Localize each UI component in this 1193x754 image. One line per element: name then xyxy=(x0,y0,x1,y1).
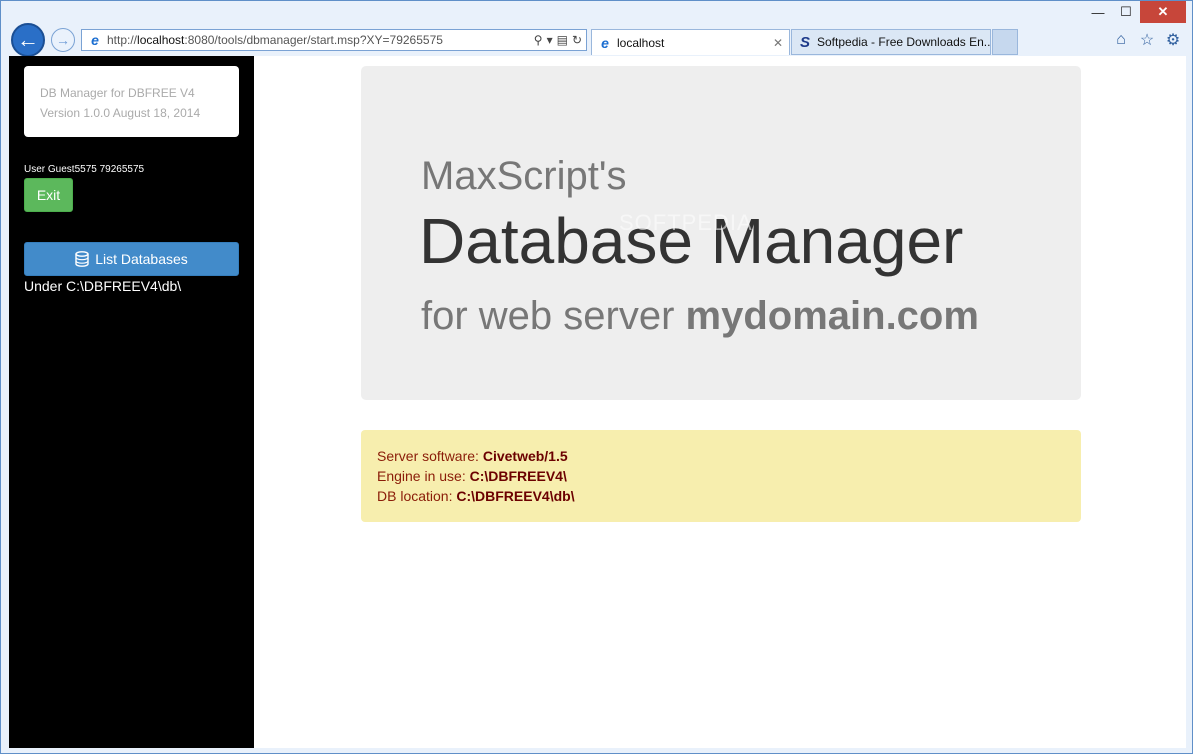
database-icon xyxy=(75,251,89,267)
url-text[interactable]: http://localhost:8080/tools/dbmanager/st… xyxy=(107,33,534,47)
brand-version: Version 1.0.0 August 18, 2014 xyxy=(40,106,201,120)
list-databases-button[interactable]: List Databases xyxy=(24,242,239,276)
maximize-button[interactable]: ☐ xyxy=(1112,1,1140,23)
page-content: DB Manager for DBFREE V4 Version 1.0.0 A… xyxy=(9,56,1186,748)
tab-localhost[interactable]: e localhost ✕ xyxy=(591,29,790,55)
user-info: User Guest5575 79265575 xyxy=(24,164,145,175)
server-label: Server software: xyxy=(377,448,483,464)
address-bar-icons: ⚲ ▾ ▤ ↻ xyxy=(534,33,582,47)
settings-gear-icon[interactable]: ⚙ xyxy=(1164,31,1182,49)
hero-subtitle: for web server mydomain.com xyxy=(421,294,979,339)
list-databases-label: List Databases xyxy=(95,251,188,267)
dropdown-icon[interactable]: ▾ xyxy=(547,33,553,47)
search-icon[interactable]: ⚲ xyxy=(534,33,543,47)
tab-softpedia[interactable]: S Softpedia - Free Downloads En... xyxy=(791,29,991,55)
favorites-star-icon[interactable]: ☆ xyxy=(1138,31,1156,49)
engine-label: Engine in use: xyxy=(377,468,470,484)
brand-box: DB Manager for DBFREE V4 Version 1.0.0 A… xyxy=(24,66,239,137)
home-icon[interactable]: ⌂ xyxy=(1112,31,1130,49)
server-software-line: Server software: Civetweb/1.5 xyxy=(377,446,1065,466)
close-window-button[interactable]: ✕ xyxy=(1140,1,1186,23)
minimize-button[interactable]: — xyxy=(1084,1,1112,23)
url-prefix: http:// xyxy=(107,33,138,47)
address-bar[interactable]: e http://localhost:8080/tools/dbmanager/… xyxy=(81,29,587,51)
db-path-text: Under C:\DBFREEV4\db\ xyxy=(24,278,182,294)
sidebar: DB Manager for DBFREE V4 Version 1.0.0 A… xyxy=(9,56,254,748)
softpedia-icon: S xyxy=(799,33,810,51)
new-tab-button[interactable] xyxy=(992,29,1018,55)
brand-title: DB Manager for DBFREE V4 xyxy=(40,86,195,100)
browser-window: — ☐ ✕ ← → e http://localhost:8080/tools/… xyxy=(0,0,1193,754)
refresh-icon[interactable]: ↻ xyxy=(572,33,582,47)
window-controls: — ☐ ✕ xyxy=(1084,1,1186,23)
server-value: Civetweb/1.5 xyxy=(482,448,568,464)
hero-domain: mydomain.com xyxy=(685,294,979,338)
softpedia-watermark: SOFTPEDIA xyxy=(619,210,753,235)
close-tab-icon[interactable]: ✕ xyxy=(773,36,789,50)
browser-tools: ⌂ ☆ ⚙ xyxy=(1112,31,1182,49)
forward-arrow-icon: → xyxy=(56,32,70,48)
engine-value: C:\DBFREEV4\ xyxy=(469,468,567,484)
ie-tab-icon: e xyxy=(601,34,609,51)
location-value: C:\DBFREEV4\db\ xyxy=(456,488,575,504)
hero-pre-title: MaxScript's xyxy=(421,154,627,198)
forward-button[interactable]: → xyxy=(51,28,75,52)
back-button[interactable]: ← xyxy=(11,23,45,57)
back-arrow-icon: ← xyxy=(17,27,39,52)
db-location-line: DB location: C:\DBFREEV4\db\ xyxy=(377,486,1065,506)
compatibility-icon[interactable]: ▤ xyxy=(557,33,568,47)
exit-button[interactable]: Exit xyxy=(24,178,73,212)
server-info-alert: Server software: Civetweb/1.5 Engine in … xyxy=(361,430,1081,522)
tab-label: Softpedia - Free Downloads En... xyxy=(817,35,990,49)
hero-panel: MaxScript's Database Manager SOFTPEDIA f… xyxy=(361,66,1081,400)
tab-label: localhost xyxy=(617,35,665,50)
engine-line: Engine in use: C:\DBFREEV4\ xyxy=(377,466,1065,486)
url-path: :8080/tools/dbmanager/start.msp?XY=79265… xyxy=(184,33,443,47)
location-label: DB location: xyxy=(377,488,457,504)
url-host: localhost xyxy=(137,33,185,47)
ie-page-icon: e xyxy=(91,32,99,48)
hero-sub-prefix: for web server xyxy=(421,294,686,338)
